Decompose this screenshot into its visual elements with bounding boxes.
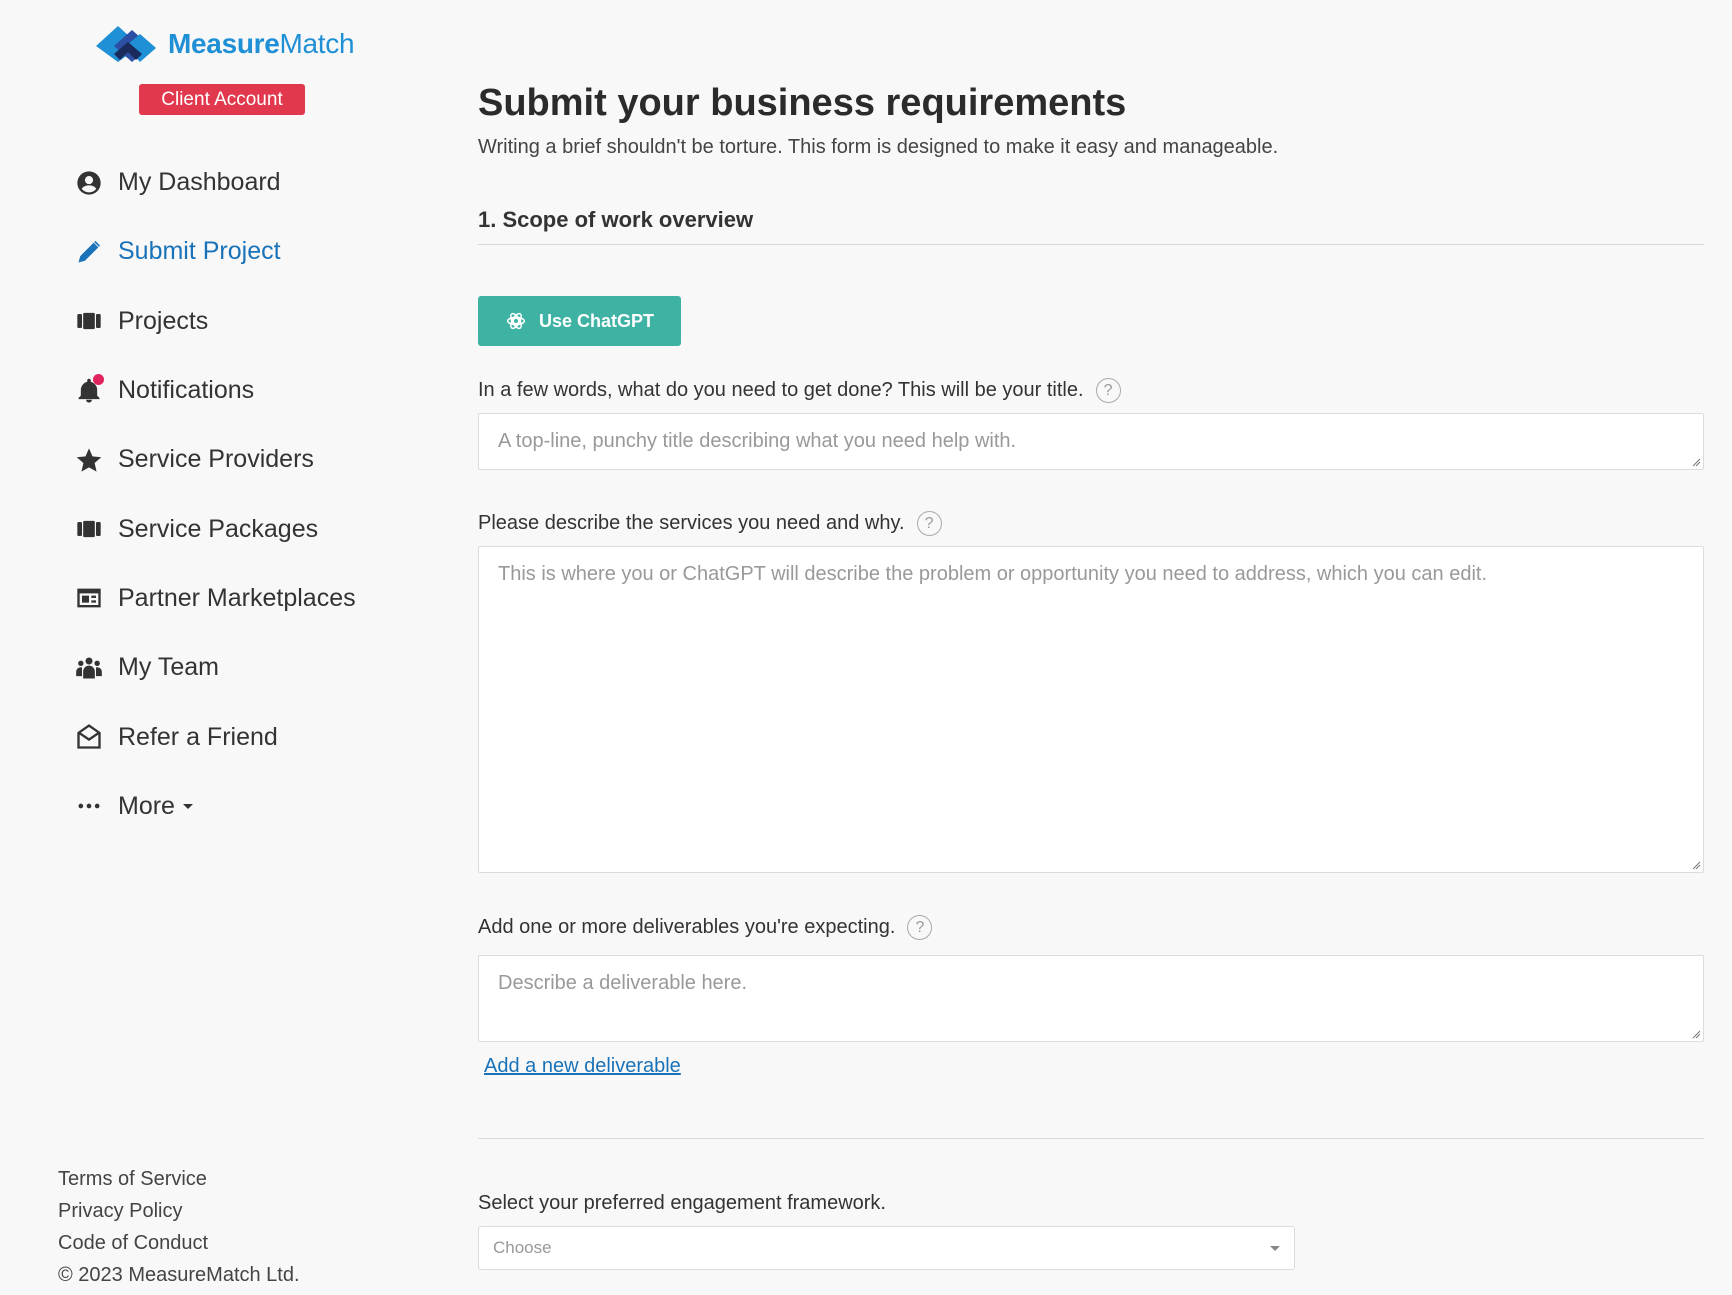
resize-handle-icon[interactable]	[1691, 457, 1701, 467]
pencil-icon	[72, 235, 106, 269]
client-account-badge: Client Account	[139, 84, 305, 115]
nav-item-service-packages[interactable]: Service Packages	[72, 494, 356, 563]
main-nav: My Dashboard Submit Project Projects Not…	[72, 148, 356, 841]
measurematch-logo[interactable]: MeasureMatch	[96, 24, 355, 64]
page-title: Submit your business requirements	[478, 82, 1127, 124]
page-subtitle: Writing a brief shouldn't be torture. Th…	[478, 136, 1279, 158]
bell-icon	[72, 373, 106, 408]
nav-label: Submit Project	[118, 237, 281, 266]
deliverable-textarea[interactable]: Describe a deliverable here.	[478, 955, 1704, 1042]
use-chatgpt-label: Use ChatGPT	[538, 310, 655, 331]
chevron-down-icon	[182, 803, 193, 809]
footer-links: Terms of Service Privacy Policy Code of …	[58, 1163, 300, 1291]
title-field-label: In a few words, what do you need to get …	[478, 378, 1121, 403]
chevron-down-icon	[1270, 1245, 1280, 1251]
nav-item-submit-project[interactable]: Submit Project	[72, 217, 356, 286]
nav-item-my-team[interactable]: My Team	[72, 633, 356, 702]
section-divider	[478, 244, 1704, 245]
section-divider	[478, 1138, 1704, 1139]
privacy-policy-link[interactable]: Privacy Policy	[58, 1195, 300, 1227]
services-textarea[interactable]: This is where you or ChatGPT will descri…	[478, 546, 1704, 873]
ellipsis-icon	[72, 789, 106, 823]
help-icon[interactable]: ?	[1095, 378, 1121, 403]
nav-item-projects[interactable]: Projects	[72, 287, 356, 356]
services-field-label-text: Please describe the services you need an…	[478, 512, 905, 534]
resize-handle-icon[interactable]	[1691, 860, 1701, 870]
nav-label: Notifications	[118, 376, 255, 405]
services-field-label: Please describe the services you need an…	[478, 511, 942, 536]
nav-label: Projects	[118, 306, 209, 335]
nav-item-notifications[interactable]: Notifications	[72, 356, 356, 425]
marketplace-icon	[72, 581, 106, 615]
section-title: 1. Scope of work overview	[478, 207, 754, 232]
title-field-label-text: In a few words, what do you need to get …	[478, 379, 1084, 401]
nav-label: More	[118, 791, 175, 820]
engagement-framework-value: Choose	[493, 1238, 552, 1257]
nav-label: Partner Marketplaces	[118, 583, 356, 612]
title-input[interactable]: A top-line, punchy title describing what…	[478, 413, 1704, 470]
notification-dot	[93, 373, 104, 385]
terms-of-service-link[interactable]: Terms of Service	[58, 1163, 300, 1195]
star-icon	[72, 443, 106, 477]
team-icon	[72, 651, 106, 685]
deliverables-field-label-text: Add one or more deliverables you're expe…	[478, 916, 896, 938]
sidebar: MeasureMatch Client Account My Dashboard…	[0, 0, 420, 1295]
nav-label: Service Packages	[118, 514, 319, 543]
deliverables-field-label: Add one or more deliverables you're expe…	[478, 915, 933, 940]
engagement-framework-select[interactable]: Choose	[478, 1226, 1295, 1270]
nav-item-service-providers[interactable]: Service Providers	[72, 425, 356, 494]
logo-mark-icon	[96, 26, 156, 62]
nav-label: Refer a Friend	[118, 722, 278, 751]
deliverable-textarea-placeholder: Describe a deliverable here.	[498, 972, 748, 994]
logo-wordmark: MeasureMatch	[168, 28, 355, 59]
title-input-placeholder: A top-line, punchy title describing what…	[498, 430, 1017, 452]
framework-field-label-text: Select your preferred engagement framewo…	[478, 1192, 886, 1214]
chatgpt-icon	[507, 312, 525, 330]
resize-handle-icon[interactable]	[1691, 1029, 1701, 1039]
nav-label: My Team	[118, 653, 219, 682]
nav-item-my-dashboard[interactable]: My Dashboard	[72, 148, 356, 217]
package-icon	[72, 512, 106, 546]
add-deliverable-link[interactable]: Add a new deliverable	[484, 1055, 681, 1078]
nav-item-more[interactable]: More	[72, 772, 356, 841]
framework-field-label: Select your preferred engagement framewo…	[478, 1192, 886, 1215]
services-textarea-placeholder: This is where you or ChatGPT will descri…	[498, 563, 1488, 585]
help-icon[interactable]: ?	[916, 511, 942, 536]
nav-item-refer-a-friend[interactable]: Refer a Friend	[72, 702, 356, 771]
code-of-conduct-link[interactable]: Code of Conduct	[58, 1227, 300, 1259]
help-icon[interactable]: ?	[907, 915, 933, 940]
use-chatgpt-button[interactable]: Use ChatGPT	[478, 296, 681, 346]
nav-label: Service Providers	[118, 445, 314, 474]
nav-item-partner-marketplaces[interactable]: Partner Marketplaces	[72, 564, 356, 633]
copyright-text: © 2023 MeasureMatch Ltd.	[58, 1264, 300, 1286]
user-circle-icon	[72, 166, 106, 200]
nav-label: My Dashboard	[118, 168, 281, 197]
briefcase-icon	[72, 304, 106, 338]
envelope-icon	[72, 720, 106, 754]
